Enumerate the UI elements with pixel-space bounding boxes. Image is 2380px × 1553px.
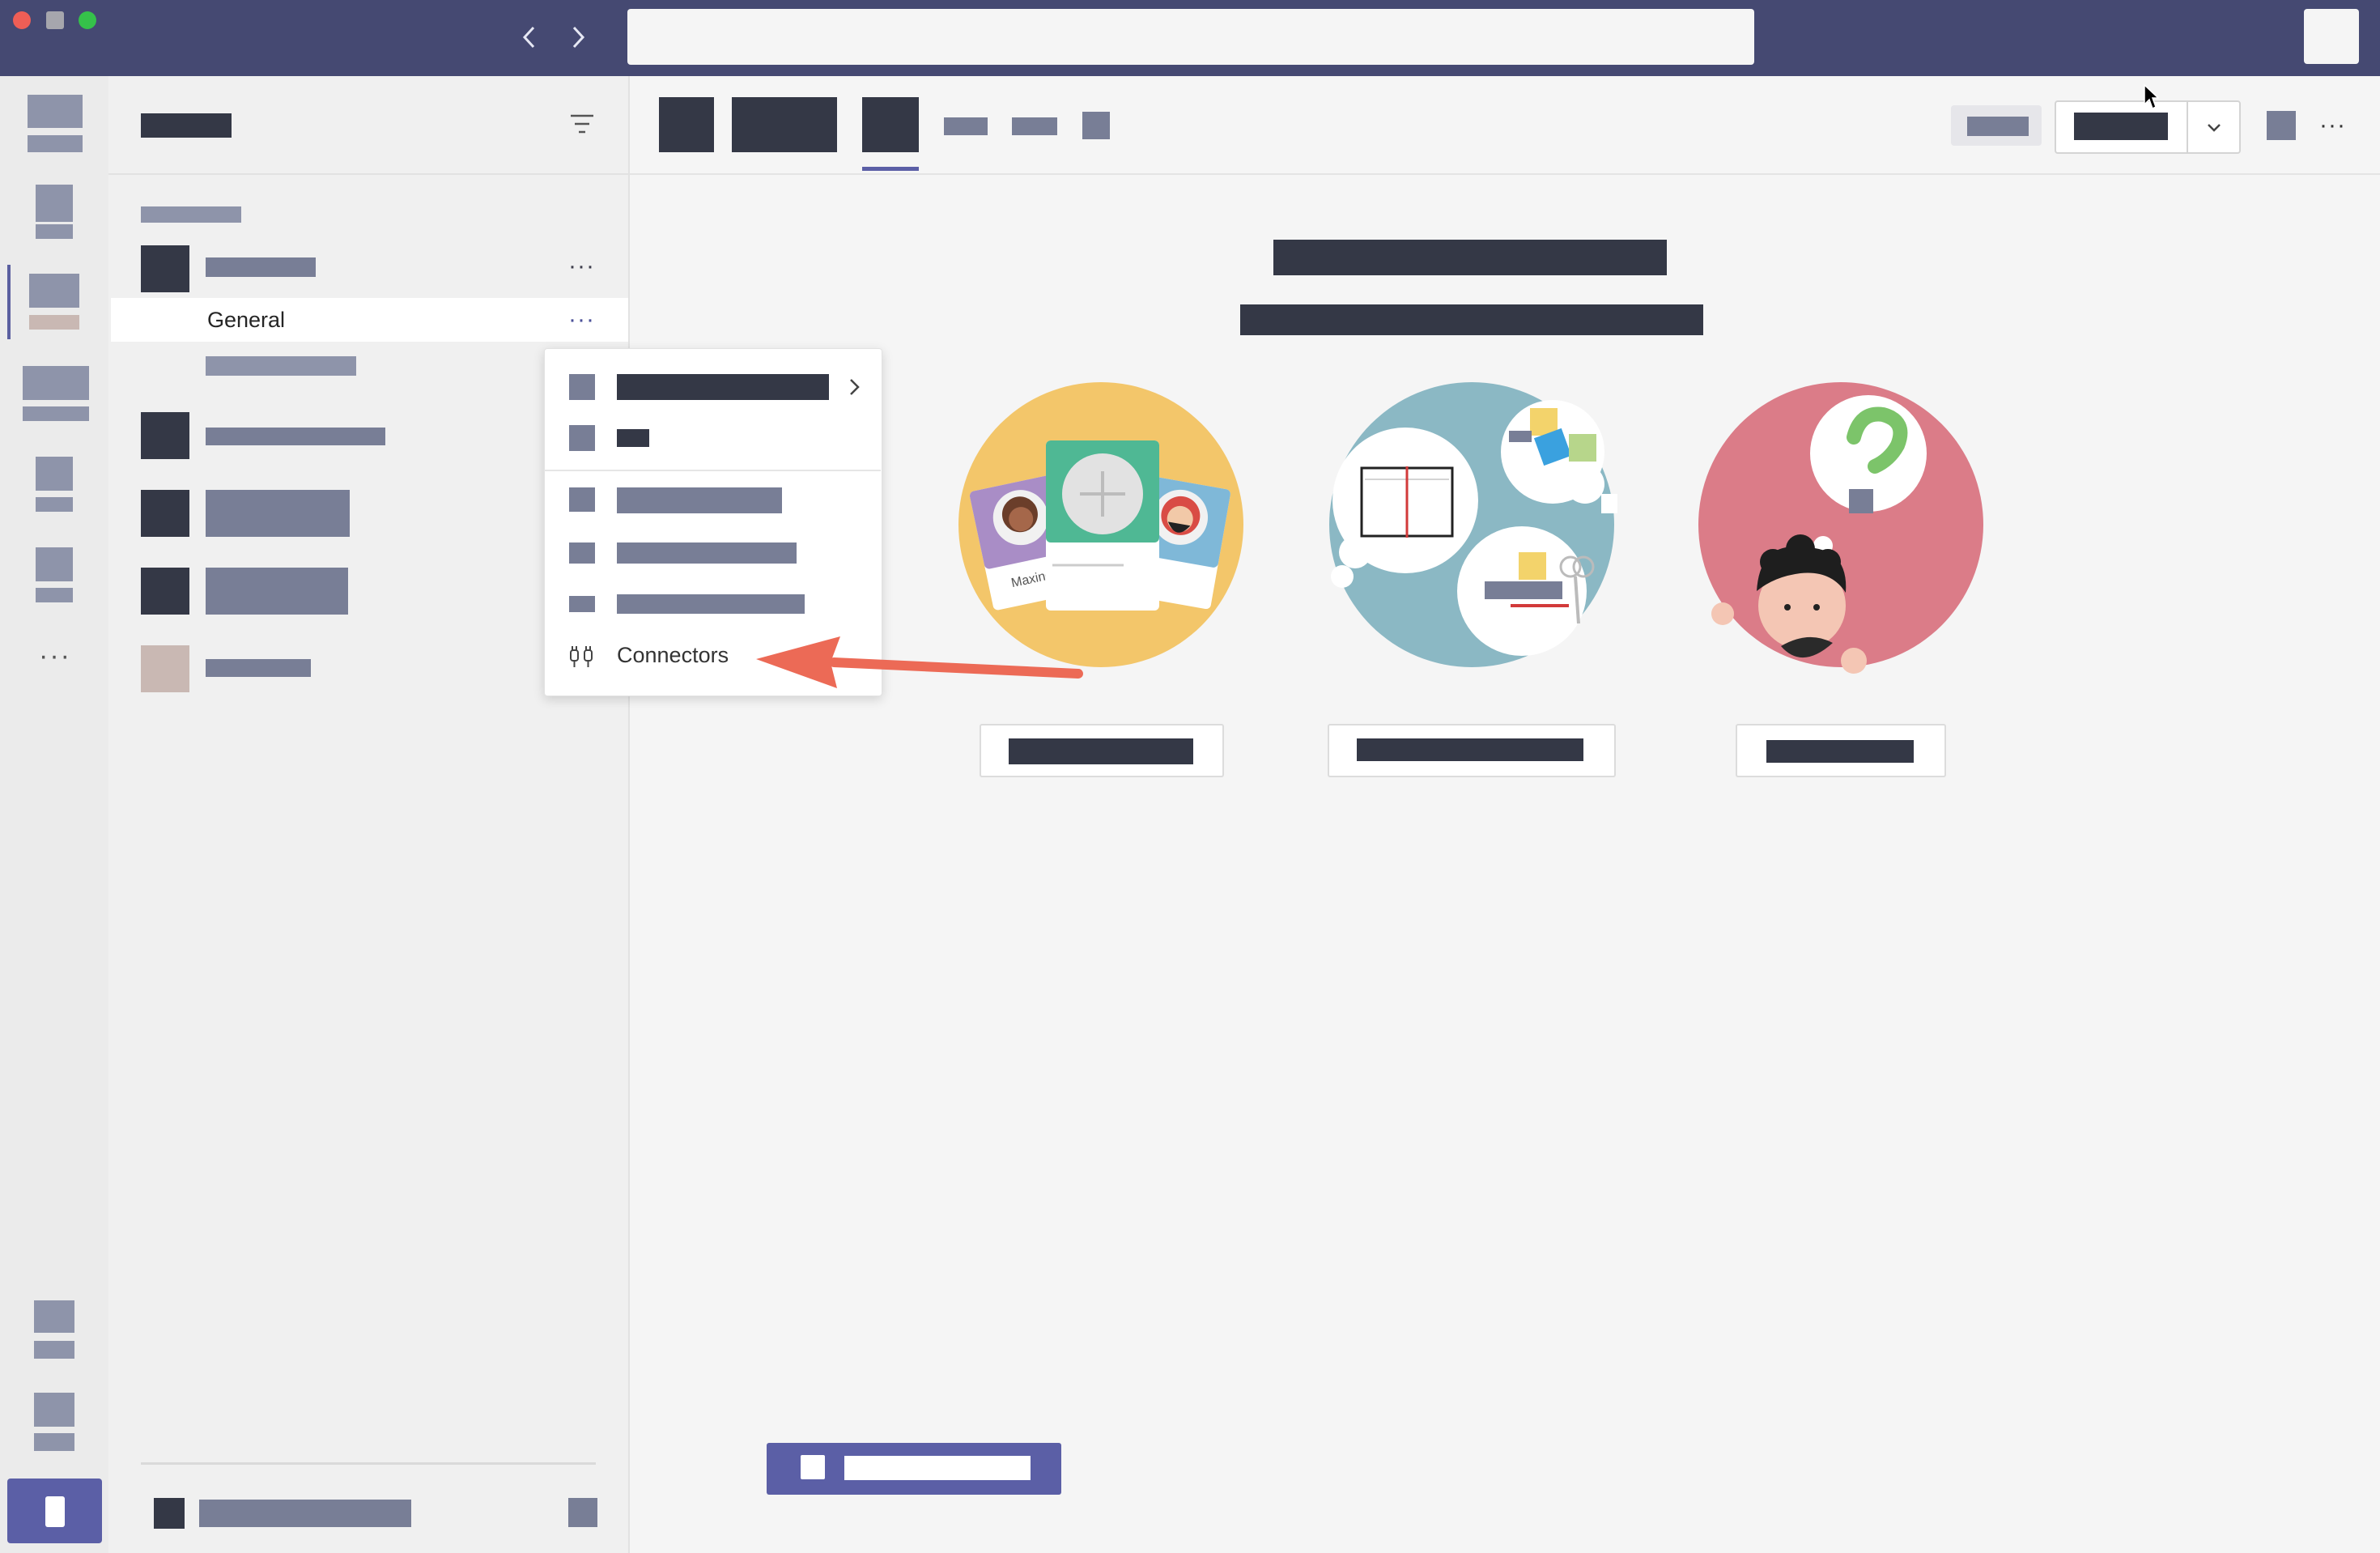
filter-icon[interactable] bbox=[569, 113, 595, 134]
menu-item-label bbox=[617, 374, 829, 400]
chat-icon bbox=[36, 185, 73, 222]
ellipsis-icon[interactable]: ··· bbox=[568, 308, 595, 332]
header-divider bbox=[630, 173, 2380, 175]
team-name bbox=[206, 428, 385, 445]
menu-separator bbox=[544, 470, 881, 471]
team-more-icon[interactable]: ··· bbox=[568, 254, 595, 279]
section-header bbox=[141, 206, 241, 223]
team-avatar bbox=[141, 412, 189, 459]
add-members-label bbox=[1009, 738, 1193, 764]
rail-item-label bbox=[29, 315, 79, 330]
help-icon bbox=[34, 1393, 74, 1427]
welcome-subheading bbox=[1240, 304, 1703, 335]
edit-icon bbox=[569, 596, 595, 612]
faq-label bbox=[1766, 740, 1914, 763]
add-tabs-label bbox=[1357, 738, 1583, 761]
new-conversation-label bbox=[844, 1456, 1031, 1480]
activity-icon bbox=[28, 95, 83, 128]
chevron-right-icon bbox=[850, 379, 860, 395]
back-arrow-icon[interactable] bbox=[516, 23, 545, 52]
channel-item[interactable] bbox=[206, 356, 356, 376]
rail-item-label bbox=[36, 588, 73, 602]
team-name bbox=[206, 490, 350, 537]
panel-title bbox=[141, 113, 232, 138]
meet-label bbox=[2074, 113, 2168, 140]
faq-illustration bbox=[1698, 382, 1983, 674]
team-name bbox=[206, 568, 348, 615]
forward-arrow-icon[interactable] bbox=[563, 23, 592, 52]
tab-posts[interactable] bbox=[862, 97, 919, 152]
menu-item-label bbox=[617, 594, 805, 614]
bell-icon bbox=[569, 374, 595, 400]
panel-divider bbox=[108, 173, 628, 175]
pin-icon bbox=[569, 425, 595, 451]
rail-active-indicator bbox=[7, 265, 11, 339]
settings-icon[interactable] bbox=[568, 1498, 597, 1527]
channel-label: General bbox=[207, 308, 286, 332]
window-minimize-button[interactable] bbox=[46, 11, 64, 29]
rail-item-label bbox=[36, 497, 73, 512]
team-avatar bbox=[141, 245, 189, 292]
more-apps-icon[interactable]: ··· bbox=[39, 642, 71, 670]
tab-wiki[interactable] bbox=[1012, 117, 1057, 135]
link-icon bbox=[569, 542, 595, 564]
team-avatar bbox=[141, 645, 189, 692]
team-avatar bbox=[141, 490, 189, 537]
calls-icon bbox=[36, 457, 73, 491]
more-options-icon[interactable]: ··· bbox=[2319, 113, 2346, 138]
menu-item-label bbox=[617, 542, 797, 564]
apps-icon bbox=[34, 1300, 74, 1333]
rail-item-label bbox=[23, 406, 89, 421]
panel-footer-divider bbox=[141, 1462, 596, 1465]
add-members-illustration: Maxine ky bbox=[958, 382, 1243, 667]
rail-item-label bbox=[34, 1341, 74, 1359]
window-close-button[interactable] bbox=[13, 11, 31, 29]
annotation-arrow bbox=[756, 636, 1083, 688]
rail-item-label bbox=[36, 224, 73, 239]
files-icon bbox=[36, 547, 73, 581]
team-avatar bbox=[141, 568, 189, 615]
add-tabs-illustration bbox=[1329, 382, 1617, 667]
mouse-cursor-icon bbox=[2144, 83, 2159, 110]
search-input[interactable] bbox=[627, 9, 1754, 65]
rail-item-label bbox=[34, 1433, 74, 1451]
menu-item-label: Connectors bbox=[617, 643, 729, 667]
menu-item-label bbox=[617, 487, 782, 513]
join-team-icon bbox=[154, 1498, 185, 1529]
compose-icon bbox=[801, 1455, 825, 1479]
join-team-link[interactable] bbox=[199, 1500, 411, 1527]
team-privacy-label bbox=[1967, 117, 2029, 136]
meet-split bbox=[2187, 102, 2188, 152]
mail-icon bbox=[569, 487, 595, 512]
connector-plug-icon bbox=[570, 646, 593, 667]
channel-title bbox=[732, 97, 837, 152]
calendar-icon bbox=[23, 366, 89, 400]
welcome-heading bbox=[1273, 240, 1667, 275]
channel-item-general[interactable] bbox=[111, 298, 628, 342]
channel-avatar bbox=[659, 97, 714, 152]
profile-avatar[interactable] bbox=[2304, 9, 2359, 64]
feedback-icon bbox=[45, 1496, 65, 1527]
active-tab-indicator bbox=[862, 167, 919, 171]
add-tab-icon[interactable] bbox=[1082, 112, 1110, 139]
window-zoom-button[interactable] bbox=[79, 11, 96, 29]
channel-info-icon[interactable] bbox=[2267, 111, 2296, 140]
team-name bbox=[206, 257, 316, 277]
team-name bbox=[206, 659, 311, 677]
tab-files[interactable] bbox=[944, 117, 988, 135]
teams-icon bbox=[29, 274, 79, 308]
rail-item-label bbox=[28, 135, 83, 152]
chevron-down-icon[interactable] bbox=[2202, 116, 2226, 140]
menu-item-label bbox=[617, 429, 649, 447]
